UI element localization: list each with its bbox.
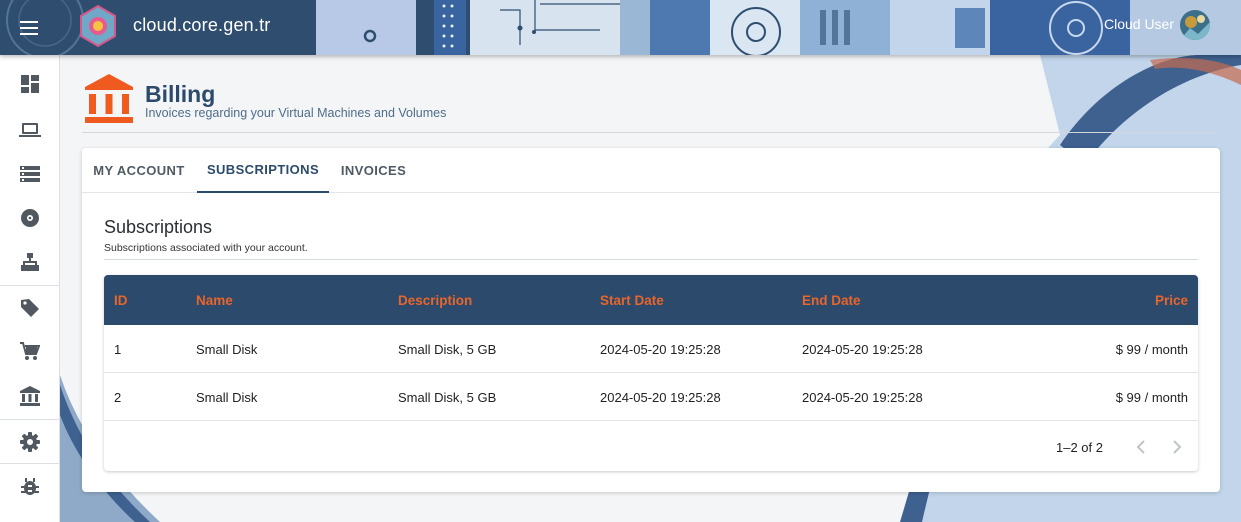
dashboard-icon — [20, 75, 39, 93]
settings-icon — [19, 432, 40, 452]
bank-icon — [19, 386, 40, 406]
table-header: ID Name Description Start Date End Date … — [104, 275, 1198, 325]
column-header-price[interactable]: Price — [1155, 275, 1188, 325]
column-header-description[interactable]: Description — [398, 275, 472, 325]
laptop-icon — [18, 123, 41, 137]
sidebar-item-network[interactable] — [0, 240, 59, 284]
storage-icon — [19, 166, 40, 182]
cell-name: Small Disk — [196, 389, 258, 405]
cell-price: $ 99 / month — [1115, 341, 1188, 357]
sidebar-item-shop[interactable] — [0, 330, 59, 374]
billing-card: MY ACCOUNT SUBSCRIPTIONS INVOICES Subscr… — [82, 148, 1220, 492]
sidebar-item-storage[interactable] — [0, 152, 59, 196]
column-header-id[interactable]: ID — [114, 275, 128, 325]
table-row[interactable]: 2 Small Disk Small Disk, 5 GB 2024-05-20… — [104, 373, 1198, 421]
tab-subscriptions[interactable]: SUBSCRIPTIONS — [197, 148, 329, 193]
user-name[interactable]: Cloud User — [1104, 16, 1174, 32]
table-row[interactable]: 1 Small Disk Small Disk, 5 GB 2024-05-20… — [104, 325, 1198, 373]
column-header-start-date[interactable]: Start Date — [600, 275, 664, 325]
table-footer: 1–2 of 2 — [104, 423, 1198, 471]
sidebar-item-debug[interactable] — [0, 465, 59, 509]
column-header-end-date[interactable]: End Date — [802, 275, 861, 325]
subscriptions-table: ID Name Description Start Date End Date … — [104, 275, 1198, 471]
cell-id: 1 — [114, 341, 122, 357]
cell-description: Small Disk, 5 GB — [398, 389, 497, 405]
sidebar-item-settings[interactable] — [0, 420, 59, 464]
chevron-right-icon — [1173, 440, 1182, 454]
sidebar-divider — [0, 463, 59, 464]
chevron-left-icon — [1136, 440, 1145, 454]
cell-price: $ 99 / month — [1115, 389, 1188, 405]
column-header-name[interactable]: Name — [196, 275, 233, 325]
tab-my-account[interactable]: MY ACCOUNT — [82, 148, 196, 192]
sidebar — [0, 55, 60, 522]
pagination-label: 1–2 of 2 — [1056, 439, 1103, 455]
logo-icon — [80, 4, 116, 48]
cell-id: 2 — [114, 389, 122, 405]
bug-icon — [20, 478, 39, 495]
tab-bar: MY ACCOUNT SUBSCRIPTIONS INVOICES — [82, 148, 1220, 193]
sidebar-item-tags[interactable] — [0, 286, 59, 330]
bank-icon — [85, 74, 133, 123]
previous-page-button[interactable] — [1127, 433, 1155, 461]
page-subtitle: Invoices regarding your Virtual Machines… — [145, 106, 447, 120]
next-page-button[interactable] — [1163, 433, 1191, 461]
page-header: Billing Invoices regarding your Virtual … — [82, 72, 1220, 133]
cell-end-date: 2024-05-20 19:25:28 — [802, 341, 923, 357]
disc-icon — [20, 209, 39, 227]
avatar[interactable] — [1180, 10, 1210, 40]
cell-start-date: 2024-05-20 19:25:28 — [600, 389, 721, 405]
section-subtitle: Subscriptions associated with your accou… — [104, 242, 308, 254]
page-title: Billing — [145, 81, 216, 107]
app-header: cloud.core.gen.tr Cloud User — [0, 0, 1241, 55]
tab-invoices[interactable]: INVOICES — [330, 148, 417, 192]
sidebar-item-volumes[interactable] — [0, 196, 59, 240]
sidebar-item-billing[interactable] — [0, 374, 59, 418]
sidebar-item-dashboard[interactable] — [0, 62, 59, 106]
cart-icon — [19, 342, 40, 360]
menu-icon — [20, 21, 38, 35]
network-icon — [20, 253, 39, 271]
menu-button[interactable] — [12, 11, 46, 45]
cell-start-date: 2024-05-20 19:25:28 — [600, 341, 721, 357]
cell-name: Small Disk — [196, 341, 258, 357]
cell-description: Small Disk, 5 GB — [398, 341, 497, 357]
brand-name[interactable]: cloud.core.gen.tr — [133, 15, 270, 36]
tag-icon — [20, 299, 39, 317]
cell-end-date: 2024-05-20 19:25:28 — [802, 389, 923, 405]
section-title: Subscriptions — [104, 217, 213, 237]
divider — [104, 259, 1198, 260]
avatar-image — [1180, 10, 1210, 40]
sidebar-item-machines[interactable] — [0, 108, 59, 152]
